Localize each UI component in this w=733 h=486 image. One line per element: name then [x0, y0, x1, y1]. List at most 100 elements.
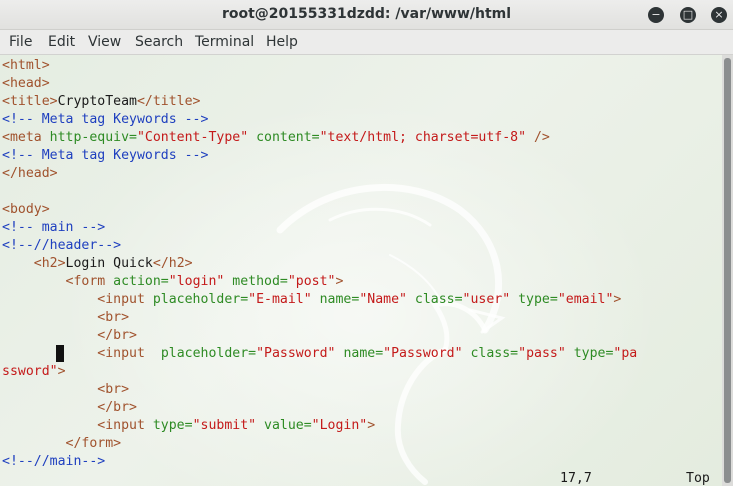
code-token: value= [256, 418, 312, 433]
menu-terminal[interactable]: Terminal [195, 34, 254, 50]
menu-search[interactable]: Search [135, 34, 183, 50]
code-token: <head> [2, 76, 50, 91]
code-token: <!-- Meta tag Keywords --> [2, 148, 209, 163]
code-token: > [367, 418, 376, 433]
code-token: method= [224, 274, 288, 289]
maximize-button[interactable]: □ [680, 7, 696, 23]
code-line: <!--//header--> [2, 237, 637, 255]
window-title: root@20155331dzdd: /var/www/html [221, 6, 512, 22]
code-token: "login" [168, 274, 225, 289]
code-token: "text/html; charset=utf-8" [319, 130, 527, 145]
code-token: <input [97, 346, 161, 361]
code-line: </br> [2, 399, 637, 417]
code-token: "email" [557, 292, 614, 307]
code-token: name= [311, 292, 360, 307]
code-token: "pass" [518, 346, 566, 361]
code-token: <br> [97, 382, 130, 397]
code-token: </br> [97, 400, 137, 415]
code-token: "E-mail" [248, 292, 312, 307]
code-token: <!-- Meta tag Keywords --> [2, 112, 209, 127]
code-token: "pa [613, 346, 638, 361]
code-token: <meta [2, 130, 50, 145]
code-line: </head> [2, 165, 637, 183]
code-token: <input [97, 418, 153, 433]
code-token: placeholder= [152, 292, 249, 307]
code-token: <form [65, 274, 114, 289]
scrollbar[interactable] [722, 55, 733, 486]
code-token: </br> [97, 328, 137, 343]
code-line: <input type="submit" value="Login"> [2, 417, 637, 435]
code-line: <input placeholder="E-mail" name="Name" … [2, 291, 637, 309]
code-token: "post" [287, 274, 336, 289]
code-token: > [613, 292, 622, 307]
menu-edit[interactable]: Edit [48, 34, 75, 50]
menu-bar: File Edit View Search Terminal Help [0, 30, 733, 55]
code-token: ssword" [2, 364, 58, 379]
code-token: class= [462, 346, 519, 361]
code-token: "Password" [256, 346, 336, 361]
code-token: <html> [2, 58, 50, 73]
code-view[interactable]: <html> <head> <title>CryptoTeam</title> <!-… [2, 57, 637, 471]
code-line: <!-- main --> [2, 219, 637, 237]
code-token: </form> [65, 436, 122, 451]
code-line: <html> [2, 57, 637, 75]
code-token: type= [510, 292, 558, 307]
code-token: > [335, 274, 344, 289]
code-token: <!-- main --> [2, 220, 106, 235]
code-token: http-equiv= [49, 130, 137, 145]
code-token: /> [526, 130, 550, 145]
code-token: type= [565, 346, 614, 361]
code-line: <h2>Login Quick</h2> [2, 255, 637, 273]
menu-file[interactable]: File [9, 34, 32, 50]
code-line: <br> [2, 381, 637, 399]
code-token: "Content-Type" [136, 130, 249, 145]
code-token: "user" [462, 292, 511, 307]
code-line: <title>CryptoTeam</title> [2, 93, 637, 111]
code-token: <input [97, 292, 153, 307]
code-token: </title> [136, 94, 201, 109]
code-token: > [57, 364, 66, 379]
code-token: type= [152, 418, 193, 433]
code-token: placeholder= [160, 346, 257, 361]
code-line: <!-- Meta tag Keywords --> [2, 111, 637, 129]
code-token: "Login" [311, 418, 368, 433]
code-line: <br> [2, 309, 637, 327]
code-token: action= [113, 274, 169, 289]
code-line: ssword"> [2, 363, 637, 381]
code-token: </h2> [152, 256, 193, 271]
text-cursor [56, 345, 64, 362]
title-bar[interactable]: root@20155331dzdd: /var/www/html − □ × [0, 0, 733, 30]
code-token: <!--//header--> [2, 238, 122, 253]
menu-view[interactable]: View [88, 34, 121, 50]
code-line: <input placeholder="Password" name="Pass… [2, 345, 637, 363]
code-line: <!-- Meta tag Keywords --> [2, 147, 637, 165]
cursor-position: 17,7 [560, 471, 592, 486]
code-line: <body> [2, 201, 637, 219]
code-token: <title> [2, 94, 58, 109]
close-button[interactable]: × [711, 7, 727, 23]
code-token: "submit" [192, 418, 257, 433]
terminal-window: root@20155331dzdd: /var/www/html − □ × F… [0, 0, 733, 486]
code-token: name= [335, 346, 384, 361]
terminal-content[interactable]: <html> <head> <title>CryptoTeam</title> <!-… [0, 55, 722, 486]
menu-help[interactable]: Help [266, 34, 298, 50]
code-line: <form action="login" method="post"> [2, 273, 637, 291]
code-token: </head> [2, 166, 58, 181]
code-token: <!--//main--> [2, 454, 106, 469]
code-token: content= [248, 130, 320, 145]
code-token: <body> [2, 202, 50, 217]
code-token: <br> [97, 310, 130, 325]
minimize-button[interactable]: − [648, 7, 664, 23]
code-token: Login Quick [65, 256, 153, 271]
code-token: "Name" [359, 292, 407, 307]
code-line: </form> [2, 435, 637, 453]
code-token: <h2> [33, 256, 66, 271]
scrollbar-thumb[interactable] [724, 58, 731, 483]
